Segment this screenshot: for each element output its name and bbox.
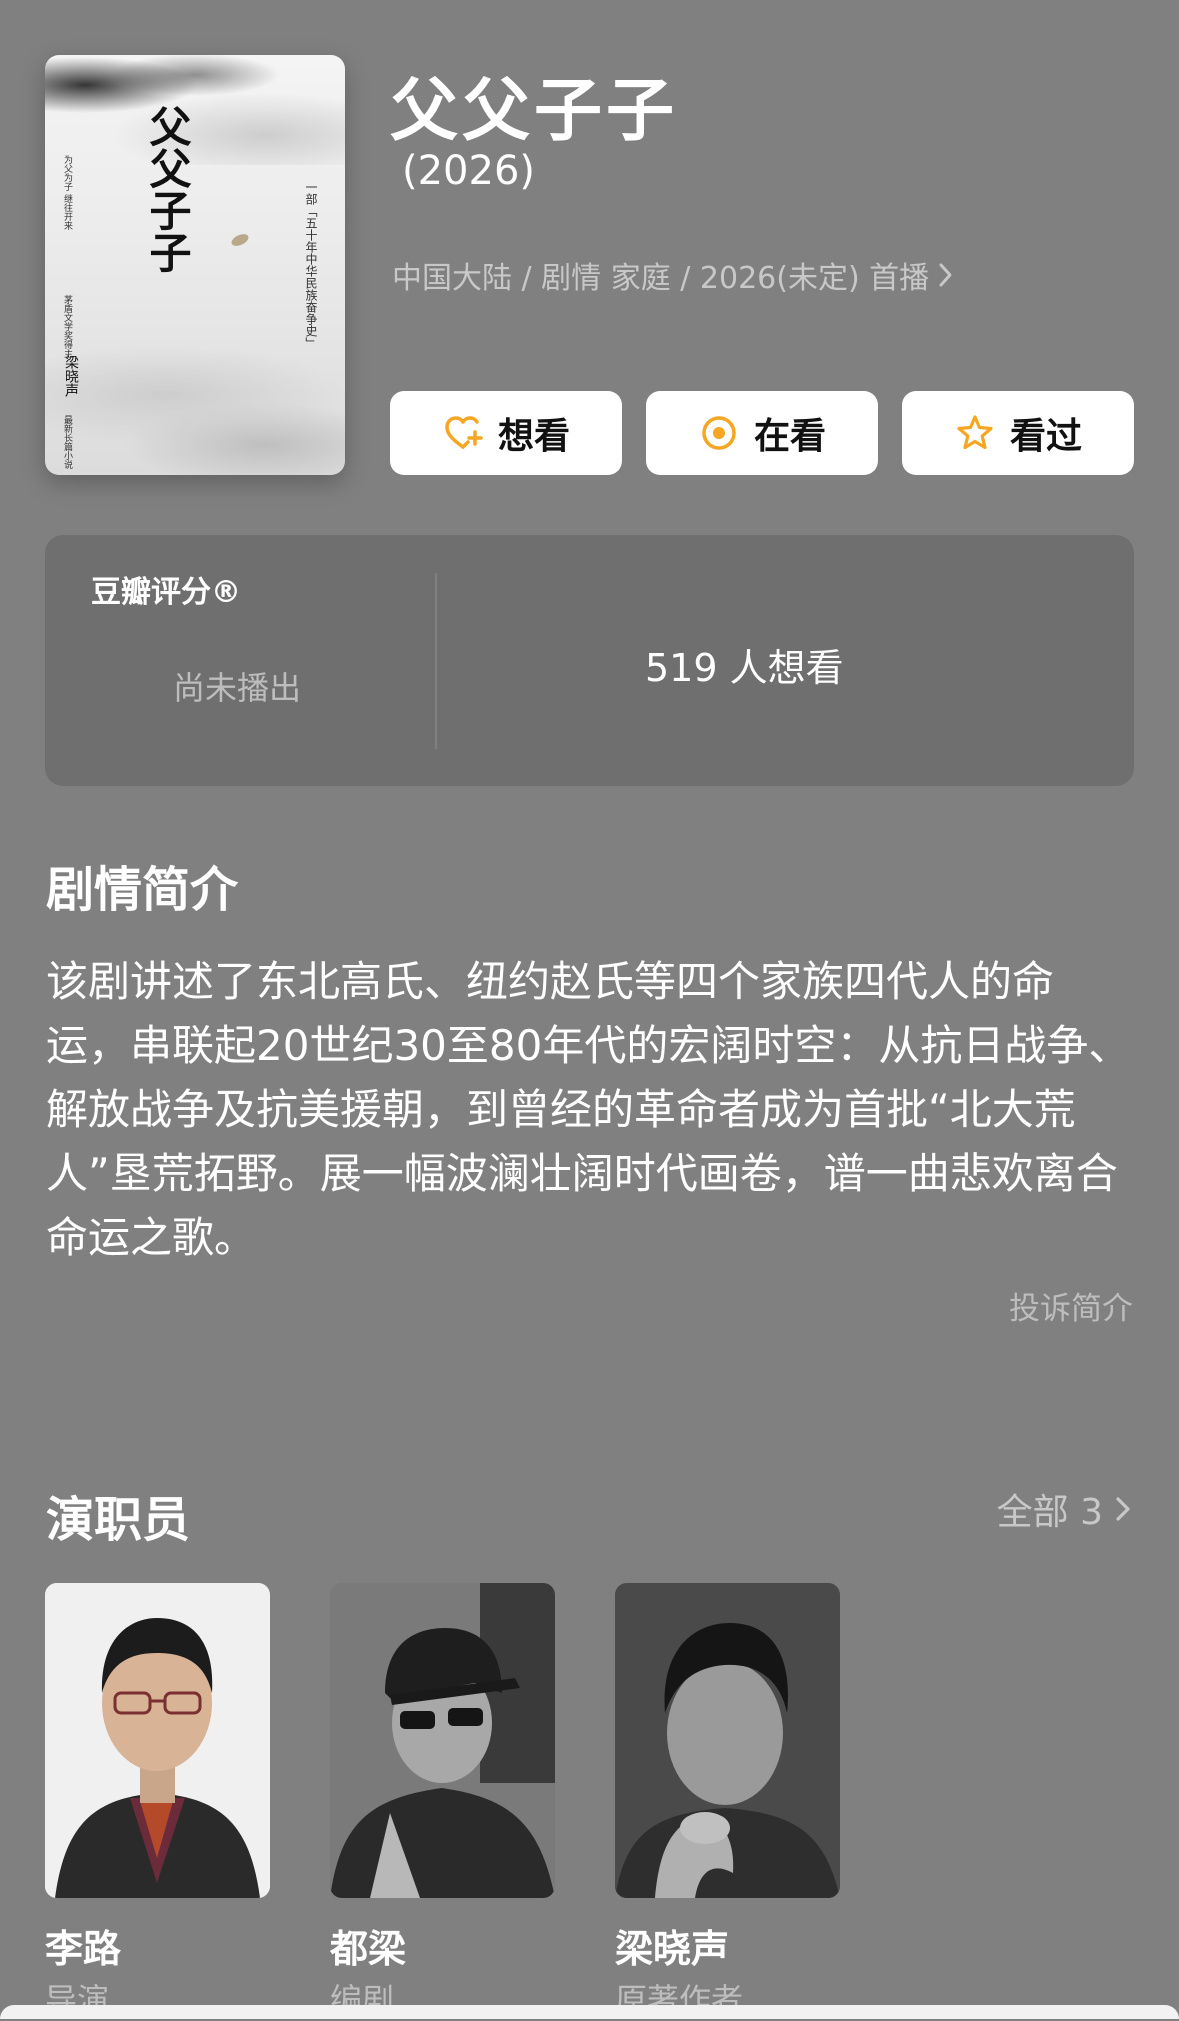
cast-photo-2[interactable] bbox=[330, 1583, 555, 1898]
cast-all-label: 全部 3 bbox=[996, 1492, 1103, 1533]
rating-card[interactable]: 豆瓣评分® 尚未播出 519 人想看 bbox=[45, 535, 1134, 786]
watching-label: 在看 bbox=[753, 416, 826, 457]
heart-plus-icon bbox=[445, 416, 483, 449]
want-to-watch-label: 想看 bbox=[497, 416, 570, 457]
want-count: 519 人想看 bbox=[645, 646, 844, 690]
report-synopsis-link[interactable]: 投诉简介 bbox=[1009, 1283, 1133, 1328]
rating-status: 尚未播出 bbox=[173, 669, 302, 707]
synopsis-text[interactable]: 该剧讲述了东北高氏、纽约赵氏等四个家族四代人的命运，串联起20世纪30至80年代… bbox=[46, 950, 1136, 1270]
synopsis-heading: 剧情简介 bbox=[46, 862, 239, 918]
meta-info-link[interactable]: 中国大陆 / 剧情 家庭 / 2026(未定) 首播 bbox=[392, 253, 955, 297]
poster-tagline: 一部「五十年中华民族奋争史」 bbox=[304, 181, 318, 349]
watched-label: 看过 bbox=[1009, 416, 1082, 457]
poster-author: 梁晓声 bbox=[63, 355, 79, 397]
poster-ink-top bbox=[45, 55, 345, 165]
cast-name-2[interactable]: 都梁 bbox=[330, 1918, 406, 1973]
poster-image[interactable]: 父父子子 一部「五十年中华民族奋争史」 为父为子 继往开来 茅盾文学奖得主 梁晓… bbox=[45, 55, 345, 475]
cast-photo-3[interactable] bbox=[615, 1583, 840, 1898]
meta-info-text: 中国大陆 / 剧情 家庭 / 2026(未定) 首播 bbox=[392, 261, 930, 296]
cast-all-link[interactable]: 全部 3 bbox=[997, 1483, 1133, 1535]
author-avatar bbox=[615, 1583, 840, 1898]
cast-photo-1[interactable] bbox=[45, 1583, 270, 1898]
poster-leaf bbox=[229, 231, 251, 249]
rating-label: 豆瓣评分® bbox=[91, 575, 241, 610]
screenwriter-avatar bbox=[330, 1583, 555, 1898]
cast-name-3[interactable]: 梁晓声 bbox=[615, 1918, 729, 1973]
page-title: 父父子子 bbox=[390, 72, 679, 151]
cast-heading: 演职员 bbox=[46, 1492, 191, 1548]
director-avatar bbox=[45, 1583, 270, 1898]
want-to-watch-button[interactable]: 想看 bbox=[390, 391, 622, 475]
cast-name-1[interactable]: 李路 bbox=[45, 1918, 121, 1973]
poster-slogan: 为父为子 继往开来 bbox=[62, 155, 72, 230]
watched-button[interactable]: 看过 bbox=[902, 391, 1134, 475]
watching-button[interactable]: 在看 bbox=[646, 391, 878, 475]
poster-publisher: 最新长篇小说 bbox=[62, 415, 72, 469]
poster-title: 父父子子 bbox=[143, 105, 192, 273]
rating-divider bbox=[435, 573, 437, 749]
star-icon bbox=[957, 415, 993, 450]
poster-award: 茅盾文学奖得主 bbox=[62, 295, 72, 358]
poster-ink-bottom bbox=[45, 275, 345, 475]
target-icon bbox=[702, 416, 736, 450]
chevron-right-icon bbox=[939, 263, 952, 287]
bottom-sheet-edge bbox=[0, 2005, 1179, 2019]
release-year: (2026) bbox=[402, 148, 536, 194]
chevron-right-icon bbox=[1116, 1497, 1130, 1521]
